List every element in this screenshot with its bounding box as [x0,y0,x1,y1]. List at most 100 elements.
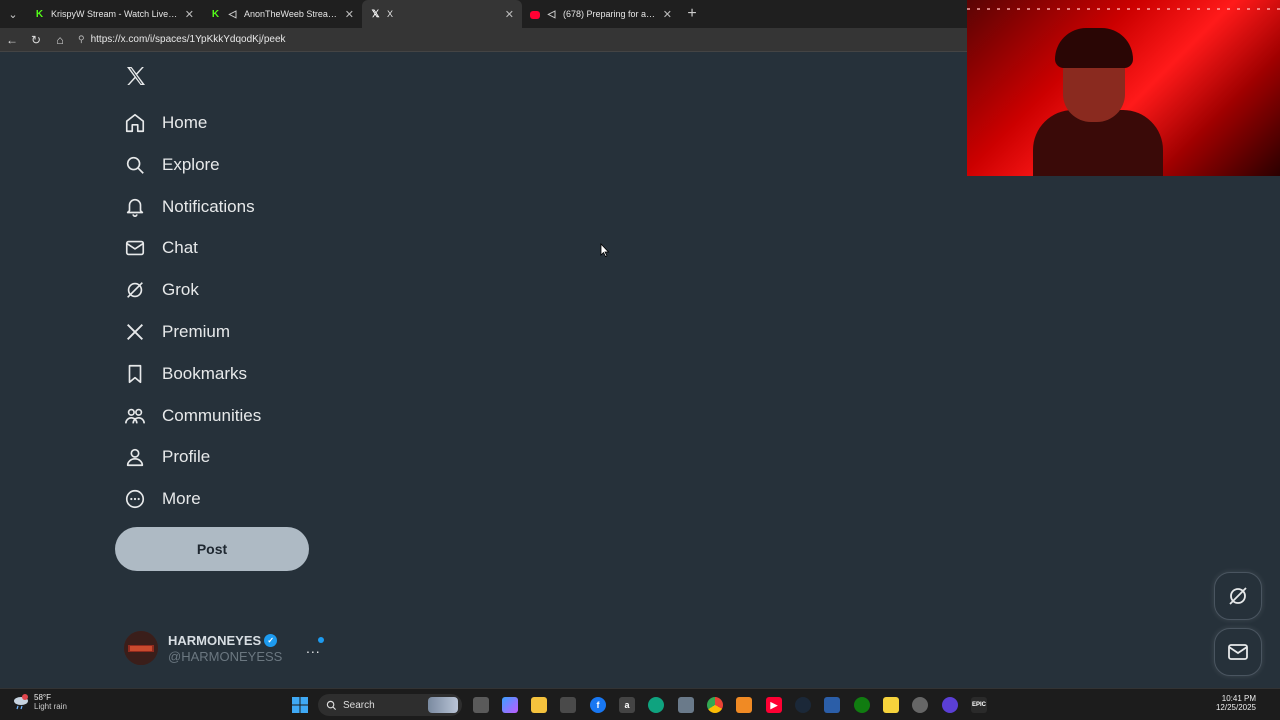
avatar [124,631,158,665]
taskbar-clock[interactable]: 10:41 PM 12/25/2025 [1216,694,1256,712]
app-icon[interactable] [942,697,958,713]
youtube-icon[interactable]: ▶ [766,697,782,713]
sidebar-item-explore[interactable]: Explore [124,151,220,179]
url-text: https://x.com/i/spaces/1YpKkkYdqodKj/pee… [90,34,286,45]
tab-close-icon[interactable]: ✕ [663,8,672,21]
sidebar-item-label: Home [162,113,208,132]
home-button-icon[interactable]: ⌂ [48,33,72,47]
app-icon[interactable] [912,697,928,713]
store-icon[interactable] [560,697,576,713]
bell-icon [126,198,144,217]
grok-icon [127,282,143,298]
sidebar-item-label: Bookmarks [162,364,248,383]
tab-list-chevron-icon[interactable]: ⌄ [0,0,26,28]
kick-icon: K [35,8,44,20]
speaker-icon[interactable]: ◁ [546,9,557,20]
file-explorer-icon[interactable] [531,697,547,713]
x-icon: 𝕏 [371,8,380,20]
led-lights [967,8,1280,10]
sidebar-item-label: Grok [162,280,199,299]
account-switcher[interactable]: HARMONEYES ✓ @HARMONEYESS ... [124,628,334,668]
epic-games-icon[interactable]: EPIC [971,697,987,713]
search-icon [126,156,144,174]
sidebar-item-bookmarks[interactable]: Bookmarks [124,360,247,388]
sidebar-item-profile[interactable]: Profile [124,443,210,471]
sidebar-item-label: Communities [162,406,262,425]
mouse-cursor-icon [600,242,610,262]
sidebar-item-label: Premium [162,322,231,341]
browser-tab[interactable]: K KrispyW Stream - Watch Live on Kick ✕ [26,0,202,28]
sidebar-item-premium[interactable]: Premium [124,318,230,346]
communities-icon [125,408,145,424]
rain-cloud-icon [12,694,30,710]
sidebar-item-notifications[interactable]: Notifications [124,193,255,221]
weather-text: 58°F Light rain [34,693,67,711]
account-name: HARMONEYES [168,632,262,648]
mail-icon [1228,644,1248,660]
taskbar-search-label: Search [343,699,375,711]
sidebar-item-label: More [162,489,201,508]
clock-date: 12/25/2025 [1215,703,1256,712]
profile-icon [126,448,144,467]
browser-tab[interactable]: K ◁ AnonTheWeeb Stream - Watch Live on K… [202,0,362,28]
notification-dot [318,637,324,643]
sidebar-item-home[interactable]: Home [124,109,207,137]
edge-icon[interactable] [648,697,664,713]
weather-widget[interactable]: 58°F Light rain [12,693,67,711]
account-name-row: HARMONEYES ✓ [168,633,282,648]
app-icon[interactable] [824,697,840,713]
sidebar-item-grok[interactable]: Grok [124,276,199,304]
new-tab-button[interactable]: + [680,5,704,23]
steam-icon[interactable] [795,697,811,713]
sidebar-item-communities[interactable]: Communities [124,402,261,430]
x-logo-icon[interactable] [124,64,148,93]
facebook-icon[interactable]: f [590,697,606,713]
tab-title: X [387,9,394,19]
xbox-icon[interactable] [854,697,870,713]
account-text: HARMONEYES ✓ @HARMONEYESS [168,633,282,664]
sidebar-item-label: Explore [162,155,220,174]
more-circle-icon [125,489,145,509]
youtube-icon [530,10,540,19]
sidebar-item-more[interactable]: More [124,485,201,513]
tab-title: (678) Preparing for a lifetime of Nuzloc… [563,9,657,19]
grok-floating-button[interactable] [1214,572,1262,620]
copilot-icon[interactable] [502,697,518,713]
post-button[interactable]: Post [115,527,309,571]
mail-icon [125,240,145,256]
x-icon [127,324,143,340]
messages-floating-button[interactable] [1214,628,1262,676]
browser-tab[interactable]: ◁ (678) Preparing for a lifetime of Nuzl… [522,0,680,28]
webcam-person-hair [1055,28,1133,68]
reload-icon[interactable]: ↻ [24,33,48,47]
sidebar-item-chat[interactable]: Chat [124,234,198,262]
tab-title: AnonTheWeeb Stream - Watch Live on Kick [244,9,339,19]
windows-start-icon[interactable] [292,697,308,718]
chrome-icon[interactable] [707,697,723,713]
sticky-notes-icon[interactable] [883,697,899,713]
clock-time: 10:41 PM [1221,694,1256,703]
task-view-icon[interactable] [473,697,489,713]
search-highlight-image [428,697,458,713]
browser-tab-active[interactable]: 𝕏 X ✕ [362,0,522,28]
weather-temp: 58°F [34,693,51,702]
amazon-icon[interactable]: a [619,697,635,713]
taskbar-search[interactable]: Search [318,694,462,716]
url-field[interactable]: ⚲ https://x.com/i/spaces/1YpKkkYdqodKj/p… [78,34,286,45]
verified-badge-icon: ✓ [264,633,278,647]
tab-close-icon[interactable]: ✕ [185,8,194,21]
sidebar-item-label: Chat [162,238,198,257]
weather-desc: Light rain [34,702,67,711]
tab-close-icon[interactable]: ✕ [505,8,514,21]
back-arrow-icon[interactable]: ← [0,33,24,47]
speaker-icon[interactable]: ◁ [227,9,238,20]
search-icon [326,700,337,710]
webcam-overlay [967,0,1280,176]
calculator-icon[interactable] [678,697,694,713]
site-info-icon[interactable]: ⚲ [78,34,85,45]
tab-title: KrispyW Stream - Watch Live on Kick [51,9,179,19]
app-icon[interactable] [736,697,752,713]
bookmark-icon [128,364,142,384]
tab-close-icon[interactable]: ✕ [345,8,354,21]
home-icon [125,113,145,133]
